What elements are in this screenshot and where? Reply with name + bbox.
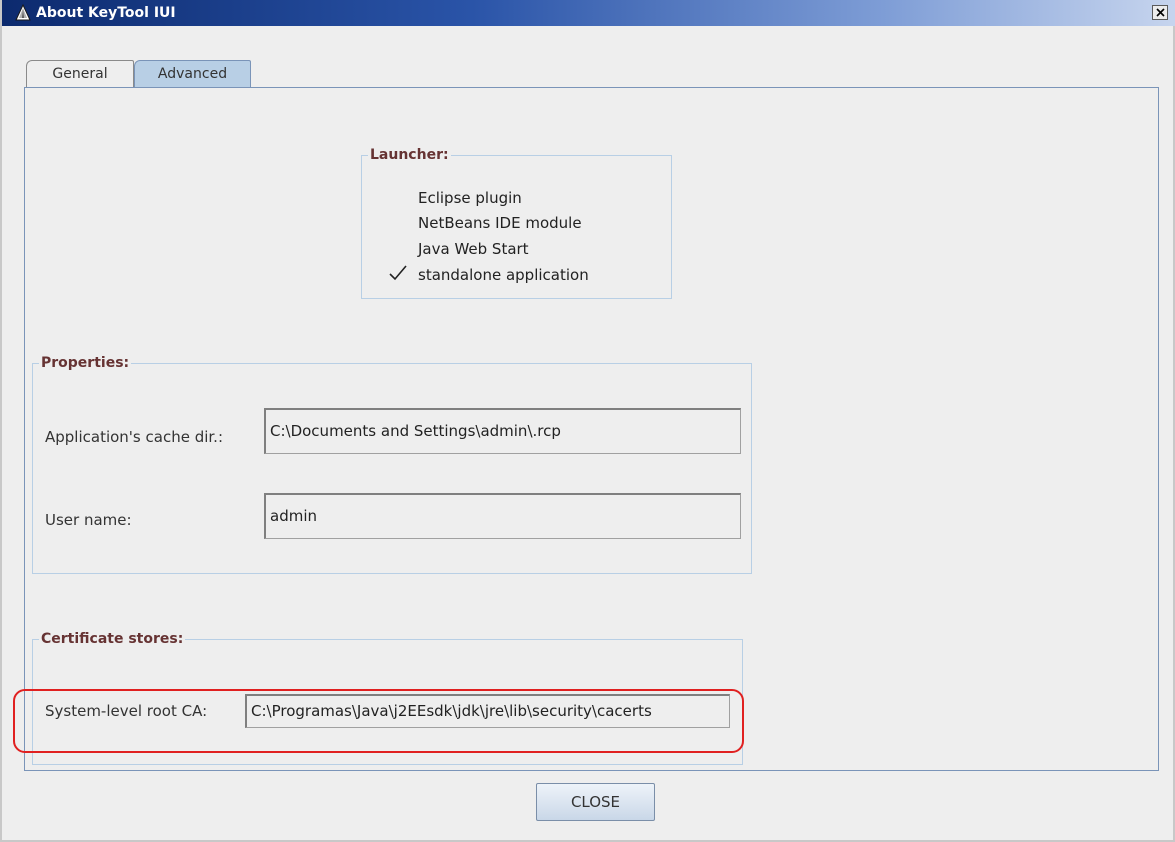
root-ca-label: System-level root CA: [45,702,208,720]
root-ca-field[interactable]: C:\Programas\Java\j2EEsdk\jdk\jre\lib\se… [245,694,730,728]
about-dialog: About KeyTool IUI General Advanced Launc… [0,0,1175,842]
tab-advanced[interactable]: Advanced [134,60,251,88]
launcher-item-standalone-application: standalone application [418,266,589,284]
close-button[interactable]: CLOSE [536,783,655,821]
title-bar[interactable]: About KeyTool IUI [2,0,1175,26]
app-logo-icon [14,3,32,22]
user-name-field[interactable]: admin [264,493,741,539]
user-name-label: User name: [45,511,132,529]
properties-group-title: Properties: [39,353,132,373]
cache-dir-field[interactable]: C:\Documents and Settings\admin\.rcp [264,408,741,454]
close-icon [1156,8,1165,17]
launcher-group-title: Launcher: [368,145,451,165]
window-close-button[interactable] [1152,5,1168,20]
tab-general[interactable]: General [26,60,134,87]
launcher-item-netbeans-module: NetBeans IDE module [418,214,582,232]
window-title: About KeyTool IUI [36,5,176,21]
launcher-item-java-web-start: Java Web Start [418,240,529,258]
checkmark-icon [388,265,408,285]
cache-dir-label: Application's cache dir.: [45,428,224,446]
launcher-item-eclipse-plugin: Eclipse plugin [418,189,522,207]
certificate-stores-group-title: Certificate stores: [39,629,186,649]
properties-group: Properties: [32,353,752,574]
